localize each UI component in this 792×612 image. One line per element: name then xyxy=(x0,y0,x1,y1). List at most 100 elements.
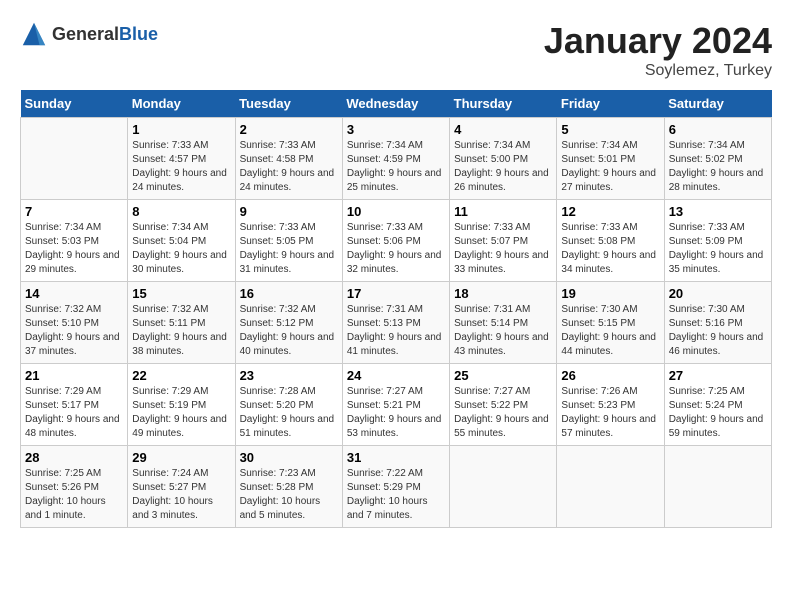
cell-info: Sunrise: 7:23 AM Sunset: 5:28 PM Dayligh… xyxy=(240,467,338,523)
cell-info: Sunrise: 7:33 AM Sunset: 5:07 PM Dayligh… xyxy=(454,221,552,277)
calendar-cell: 8 Sunrise: 7:34 AM Sunset: 5:04 PM Daylig… xyxy=(128,200,235,282)
cell-info: Sunrise: 7:33 AM Sunset: 5:05 PM Dayligh… xyxy=(240,221,338,277)
day-number: 28 xyxy=(25,450,123,465)
day-number: 29 xyxy=(132,450,230,465)
cell-info: Sunrise: 7:32 AM Sunset: 5:12 PM Dayligh… xyxy=(240,303,338,359)
calendar-cell xyxy=(21,118,128,200)
cell-info: Sunrise: 7:22 AM Sunset: 5:29 PM Dayligh… xyxy=(347,467,445,523)
calendar-cell: 27 Sunrise: 7:25 AM Sunset: 5:24 PM Dayli… xyxy=(664,364,771,446)
cell-info: Sunrise: 7:33 AM Sunset: 5:06 PM Dayligh… xyxy=(347,221,445,277)
day-number: 22 xyxy=(132,368,230,383)
calendar-cell: 10 Sunrise: 7:33 AM Sunset: 5:06 PM Dayli… xyxy=(342,200,449,282)
calendar-header-row: SundayMondayTuesdayWednesdayThursdayFrid… xyxy=(21,90,772,118)
calendar-cell: 19 Sunrise: 7:30 AM Sunset: 5:15 PM Dayli… xyxy=(557,282,664,364)
cell-info: Sunrise: 7:28 AM Sunset: 5:20 PM Dayligh… xyxy=(240,385,338,441)
cell-info: Sunrise: 7:32 AM Sunset: 5:10 PM Dayligh… xyxy=(25,303,123,359)
calendar-cell: 17 Sunrise: 7:31 AM Sunset: 5:13 PM Dayli… xyxy=(342,282,449,364)
calendar-cell: 13 Sunrise: 7:33 AM Sunset: 5:09 PM Dayli… xyxy=(664,200,771,282)
cell-info: Sunrise: 7:33 AM Sunset: 4:58 PM Dayligh… xyxy=(240,139,338,195)
calendar-cell: 29 Sunrise: 7:24 AM Sunset: 5:27 PM Dayli… xyxy=(128,446,235,528)
calendar-cell xyxy=(664,446,771,528)
calendar-cell: 30 Sunrise: 7:23 AM Sunset: 5:28 PM Dayli… xyxy=(235,446,342,528)
day-number: 30 xyxy=(240,450,338,465)
calendar-cell xyxy=(450,446,557,528)
day-number: 23 xyxy=(240,368,338,383)
calendar-cell: 7Sunrise: 7:34 AM Sunset: 5:03 PM Daylig… xyxy=(21,200,128,282)
cell-info: Sunrise: 7:30 AM Sunset: 5:15 PM Dayligh… xyxy=(561,303,659,359)
month-title: January 2024 xyxy=(544,20,772,62)
logo-icon xyxy=(20,20,48,48)
cell-info: Sunrise: 7:33 AM Sunset: 5:08 PM Dayligh… xyxy=(561,221,659,277)
day-number: 24 xyxy=(347,368,445,383)
calendar-cell: 5 Sunrise: 7:34 AM Sunset: 5:01 PM Daylig… xyxy=(557,118,664,200)
calendar-cell: 31 Sunrise: 7:22 AM Sunset: 5:29 PM Dayli… xyxy=(342,446,449,528)
day-number: 26 xyxy=(561,368,659,383)
day-number: 13 xyxy=(669,204,767,219)
calendar-cell: 14Sunrise: 7:32 AM Sunset: 5:10 PM Dayli… xyxy=(21,282,128,364)
column-header-tuesday: Tuesday xyxy=(235,90,342,118)
column-header-sunday: Sunday xyxy=(21,90,128,118)
calendar-cell: 9Sunrise: 7:33 AM Sunset: 5:05 PM Daylig… xyxy=(235,200,342,282)
logo-text-general: General xyxy=(52,24,119,44)
page-header: GeneralBlue January 2024 Soylemez, Turke… xyxy=(20,20,772,80)
calendar-cell: 18 Sunrise: 7:31 AM Sunset: 5:14 PM Dayli… xyxy=(450,282,557,364)
column-header-thursday: Thursday xyxy=(450,90,557,118)
day-number: 16 xyxy=(240,286,338,301)
cell-info: Sunrise: 7:27 AM Sunset: 5:22 PM Dayligh… xyxy=(454,385,552,441)
day-number: 31 xyxy=(347,450,445,465)
column-header-wednesday: Wednesday xyxy=(342,90,449,118)
cell-info: Sunrise: 7:33 AM Sunset: 5:09 PM Dayligh… xyxy=(669,221,767,277)
cell-info: Sunrise: 7:34 AM Sunset: 5:02 PM Dayligh… xyxy=(669,139,767,195)
calendar-week-row: 7Sunrise: 7:34 AM Sunset: 5:03 PM Daylig… xyxy=(21,200,772,282)
calendar-cell xyxy=(557,446,664,528)
logo-text-blue: Blue xyxy=(119,24,158,44)
cell-info: Sunrise: 7:30 AM Sunset: 5:16 PM Dayligh… xyxy=(669,303,767,359)
cell-info: Sunrise: 7:31 AM Sunset: 5:14 PM Dayligh… xyxy=(454,303,552,359)
day-number: 17 xyxy=(347,286,445,301)
cell-info: Sunrise: 7:29 AM Sunset: 5:17 PM Dayligh… xyxy=(25,385,123,441)
day-number: 10 xyxy=(347,204,445,219)
cell-info: Sunrise: 7:31 AM Sunset: 5:13 PM Dayligh… xyxy=(347,303,445,359)
cell-info: Sunrise: 7:33 AM Sunset: 4:57 PM Dayligh… xyxy=(132,139,230,195)
day-number: 20 xyxy=(669,286,767,301)
calendar-cell: 15 Sunrise: 7:32 AM Sunset: 5:11 PM Dayli… xyxy=(128,282,235,364)
cell-info: Sunrise: 7:25 AM Sunset: 5:26 PM Dayligh… xyxy=(25,467,123,523)
day-number: 27 xyxy=(669,368,767,383)
calendar-cell: 24 Sunrise: 7:27 AM Sunset: 5:21 PM Dayli… xyxy=(342,364,449,446)
day-number: 11 xyxy=(454,204,552,219)
day-number: 5 xyxy=(561,122,659,137)
location-title: Soylemez, Turkey xyxy=(544,62,772,80)
cell-info: Sunrise: 7:24 AM Sunset: 5:27 PM Dayligh… xyxy=(132,467,230,523)
calendar-cell: 2 Sunrise: 7:33 AM Sunset: 4:58 PM Daylig… xyxy=(235,118,342,200)
day-number: 2 xyxy=(240,122,338,137)
cell-info: Sunrise: 7:25 AM Sunset: 5:24 PM Dayligh… xyxy=(669,385,767,441)
cell-info: Sunrise: 7:32 AM Sunset: 5:11 PM Dayligh… xyxy=(132,303,230,359)
day-number: 19 xyxy=(561,286,659,301)
calendar-cell: 22Sunrise: 7:29 AM Sunset: 5:19 PM Dayli… xyxy=(128,364,235,446)
calendar-cell: 3Sunrise: 7:34 AM Sunset: 4:59 PM Daylig… xyxy=(342,118,449,200)
cell-info: Sunrise: 7:34 AM Sunset: 5:00 PM Dayligh… xyxy=(454,139,552,195)
day-number: 4 xyxy=(454,122,552,137)
calendar-cell: 4 Sunrise: 7:34 AM Sunset: 5:00 PM Daylig… xyxy=(450,118,557,200)
day-number: 12 xyxy=(561,204,659,219)
day-number: 15 xyxy=(132,286,230,301)
cell-info: Sunrise: 7:34 AM Sunset: 5:03 PM Dayligh… xyxy=(25,221,123,277)
day-number: 25 xyxy=(454,368,552,383)
calendar-week-row: 28 Sunrise: 7:25 AM Sunset: 5:26 PM Dayli… xyxy=(21,446,772,528)
calendar-cell: 21Sunrise: 7:29 AM Sunset: 5:17 PM Dayli… xyxy=(21,364,128,446)
column-header-friday: Friday xyxy=(557,90,664,118)
day-number: 6 xyxy=(669,122,767,137)
calendar-week-row: 21Sunrise: 7:29 AM Sunset: 5:17 PM Dayli… xyxy=(21,364,772,446)
day-number: 18 xyxy=(454,286,552,301)
logo: GeneralBlue xyxy=(20,20,158,48)
cell-info: Sunrise: 7:34 AM Sunset: 5:01 PM Dayligh… xyxy=(561,139,659,195)
calendar-cell: 11 Sunrise: 7:33 AM Sunset: 5:07 PM Dayli… xyxy=(450,200,557,282)
day-number: 1 xyxy=(132,122,230,137)
cell-info: Sunrise: 7:27 AM Sunset: 5:21 PM Dayligh… xyxy=(347,385,445,441)
calendar-cell: 23 Sunrise: 7:28 AM Sunset: 5:20 PM Dayli… xyxy=(235,364,342,446)
cell-info: Sunrise: 7:26 AM Sunset: 5:23 PM Dayligh… xyxy=(561,385,659,441)
calendar-cell: 28 Sunrise: 7:25 AM Sunset: 5:26 PM Dayli… xyxy=(21,446,128,528)
cell-info: Sunrise: 7:34 AM Sunset: 5:04 PM Dayligh… xyxy=(132,221,230,277)
calendar-cell: 20 Sunrise: 7:30 AM Sunset: 5:16 PM Dayli… xyxy=(664,282,771,364)
day-number: 8 xyxy=(132,204,230,219)
